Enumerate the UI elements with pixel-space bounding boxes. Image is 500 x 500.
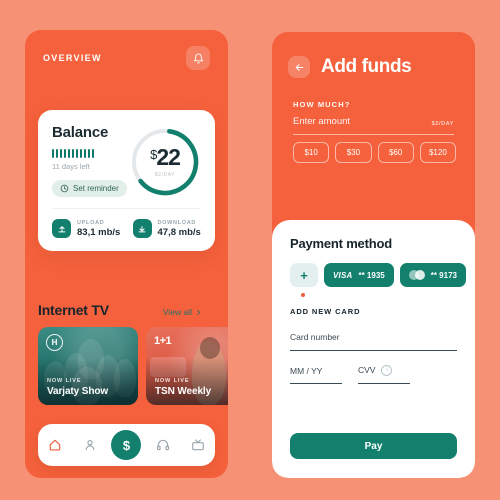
person-icon (85, 439, 95, 451)
carousel-indicator-dot (301, 293, 305, 297)
quick-amount-chip[interactable]: $10 (293, 142, 330, 163)
upload-stat: UPLOAD 83,1 mb/s (52, 219, 121, 238)
show-name: Varjaty Show (47, 386, 109, 397)
days-bar-meter (52, 149, 129, 158)
info-icon[interactable]: i (381, 364, 393, 376)
live-badge: NOW LIVE (47, 378, 82, 384)
channel-logo-badge: H (46, 334, 63, 351)
payment-method-list: + VISA ** 1935 ** 9173 (290, 263, 466, 287)
chevron-right-icon (197, 309, 201, 315)
pay-button[interactable]: Pay (290, 433, 457, 459)
internet-tv-section: Internet TV View all H NOW LIVE Varjaty … (38, 302, 228, 405)
add-payment-method-button[interactable]: + (290, 263, 318, 287)
download-stat: DOWNLOAD 47,8 mb/s (132, 219, 202, 238)
internet-tv-card-list: H NOW LIVE Varjaty Show 1+1 NOW LIVE TSN… (38, 327, 228, 405)
overview-header: OVERVIEW (25, 30, 228, 86)
view-all-label: View all (162, 307, 192, 317)
tv-card-meta: NOW LIVE TSN Weekly (155, 378, 211, 397)
tv-channel-card[interactable]: H NOW LIVE Varjaty Show (38, 327, 138, 405)
days-left-label: 11 days left (52, 162, 90, 171)
nav-item-support[interactable] (150, 432, 176, 458)
visa-logo: VISA (333, 270, 353, 280)
balance-title: Balance (52, 124, 109, 141)
amount-rate-hint: $2/DAY (431, 121, 454, 127)
gauge-center: $22 $2/DAY (129, 126, 201, 198)
download-label: DOWNLOAD (157, 219, 197, 226)
view-all-link[interactable]: View all (163, 307, 202, 317)
download-text: DOWNLOAD 47,8 mb/s (158, 220, 201, 238)
internet-tv-header: Internet TV View all (38, 302, 228, 318)
saved-card-mastercard[interactable]: ** 9173 (399, 263, 466, 287)
upload-label: UPLOAD (77, 219, 105, 226)
phone-screen-overview: OVERVIEW Balance 11 days left Set remind… (25, 30, 228, 478)
speed-stats: UPLOAD 83,1 mb/s DOWNLOAD 47,8 mb/s (38, 209, 215, 251)
set-reminder-button[interactable]: Set reminder (52, 180, 127, 197)
quick-amount-chip[interactable]: $60 (377, 142, 414, 163)
card-digits: ** 9173 (430, 270, 457, 280)
channel-logo-badge: 1+1 (154, 335, 172, 347)
live-badge: NOW LIVE (155, 378, 190, 384)
dollar-icon: $ (122, 437, 131, 453)
notification-bell-button[interactable] (186, 46, 210, 70)
internet-tv-title: Internet TV (38, 302, 109, 318)
card-number-input[interactable]: Card number (290, 327, 457, 351)
balance-card: Balance 11 days left Set reminder $ 22 $… (38, 110, 215, 251)
headset-icon (156, 439, 170, 451)
mastercard-icon (408, 270, 425, 280)
bottom-navigation-bar: $ (38, 424, 215, 466)
add-new-card-label: ADD NEW CARD (290, 307, 361, 316)
amount-input[interactable]: Enter amount $2/DAY (293, 116, 454, 135)
saved-card-visa[interactable]: VISA ** 1935 (324, 263, 394, 287)
home-icon (50, 439, 61, 451)
card-digits: ** 1935 (358, 270, 385, 280)
balance-info: Balance 11 days left Set reminder (52, 124, 129, 198)
app-mockup-stage: OVERVIEW Balance 11 days left Set remind… (0, 0, 500, 500)
balance-card-top: Balance 11 days left Set reminder $ 22 $… (38, 110, 215, 208)
expiry-label: MM / YY (290, 366, 323, 376)
balance-amount: $22 (150, 144, 181, 170)
quick-amount-chip[interactable]: $120 (419, 142, 456, 163)
quick-amount-chips: $10 $30 $60 $120 (293, 142, 456, 163)
arrow-left-icon (295, 63, 303, 71)
download-value: 47,8 mb/s (157, 226, 201, 238)
card-extra-fields: MM / YY CVV i (290, 361, 457, 384)
amount-placeholder: Enter amount (293, 116, 351, 127)
cvv-input[interactable]: CVV i (358, 361, 410, 384)
show-name: TSN Weekly (155, 386, 212, 397)
nav-item-home[interactable] (42, 432, 68, 458)
phone-screen-add-funds: Add funds HOW MUCH? Enter amount $2/DAY … (272, 32, 475, 478)
card-number-label: Card number (290, 332, 340, 342)
nav-item-tv[interactable] (185, 432, 211, 458)
add-funds-title: Add funds (321, 56, 412, 77)
nav-item-payments[interactable]: $ (111, 430, 142, 460)
payment-sheet: Payment method + VISA ** 1935 ** 9173 AD… (272, 220, 475, 478)
back-button[interactable] (288, 56, 310, 78)
tv-card-meta: NOW LIVE Varjaty Show (47, 378, 108, 397)
page-title: OVERVIEW (43, 53, 102, 63)
bell-icon (193, 53, 203, 64)
upload-value: 83,1 mb/s (77, 226, 121, 238)
how-much-label: HOW MUCH? (293, 100, 351, 109)
tv-channel-card[interactable]: 1+1 NOW LIVE TSN Weekly (146, 327, 228, 405)
expiry-input[interactable]: MM / YY (290, 361, 342, 384)
upload-icon (52, 219, 71, 238)
tv-icon (191, 439, 204, 451)
payment-method-title: Payment method (290, 236, 392, 251)
download-icon (132, 219, 152, 238)
add-funds-header: Add funds (288, 56, 459, 78)
quick-amount-chip[interactable]: $30 (335, 142, 372, 163)
cvv-label: CVV (358, 365, 376, 375)
clock-icon (60, 184, 69, 193)
amount-value: 22 (156, 144, 181, 170)
set-reminder-label: Set reminder (73, 184, 119, 193)
upload-text: UPLOAD 83,1 mb/s (77, 220, 120, 238)
daily-rate-label: $2/DAY (154, 172, 176, 178)
nav-item-profile[interactable] (77, 432, 103, 458)
balance-gauge: $22 $2/DAY (129, 126, 201, 198)
